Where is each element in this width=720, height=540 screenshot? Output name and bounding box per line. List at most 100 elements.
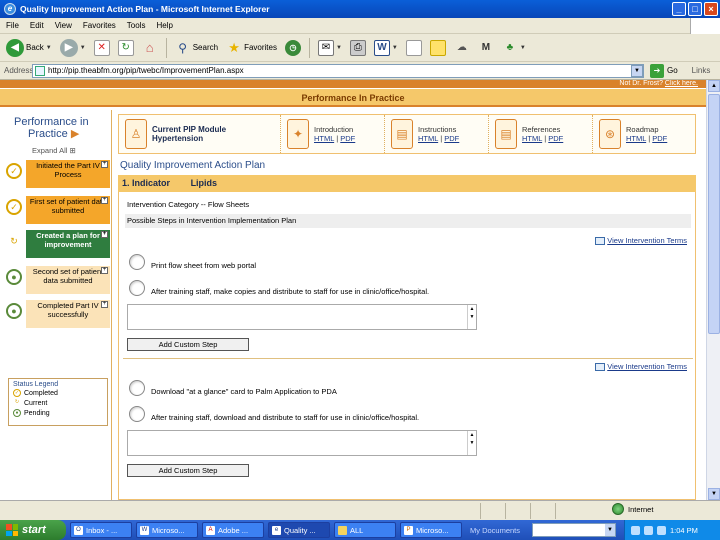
legend-current: Current [24, 399, 48, 407]
scroll-up-icon[interactable]: ▲ [708, 80, 720, 92]
scroll-thumb[interactable] [708, 94, 720, 334]
step-option-label: Print flow sheet from web portal [151, 261, 257, 270]
maximize-button[interactable]: □ [688, 2, 702, 16]
discuss-button[interactable] [404, 37, 424, 59]
step-item-2[interactable]: ✓ First set of patient data submitted + [6, 196, 110, 224]
expand-plus-icon[interactable]: + [101, 301, 108, 308]
vertical-scrollbar[interactable]: ▲ ▼ [706, 80, 720, 500]
address-toolbar-combo[interactable]: ▼ [532, 523, 616, 537]
taskbar-item-adobe[interactable]: A Adobe ... [202, 522, 264, 538]
indicator-number: 1. [122, 178, 130, 188]
tray-icon[interactable] [631, 525, 640, 535]
custom-step-textarea[interactable]: ▲ ▼ [127, 304, 477, 330]
go-button[interactable]: ➔ Go [650, 63, 678, 78]
step-item-5[interactable]: ● Completed Part IV successfully + [6, 300, 110, 328]
home-button[interactable]: ⌂ [140, 37, 160, 59]
step-checkbox[interactable] [129, 406, 145, 422]
step-option[interactable]: Print flow sheet from web portal [129, 254, 256, 270]
view-intervention-terms-link[interactable]: View Intervention Terms [595, 362, 687, 371]
menu-tools[interactable]: Tools [127, 21, 146, 30]
minimize-button[interactable]: _ [672, 2, 686, 16]
address-field[interactable]: ▼ [32, 63, 644, 78]
roadmap-html-link[interactable]: HTML [626, 134, 646, 143]
expand-plus-icon[interactable]: + [101, 231, 108, 238]
step-label: First set of patient data submitted [29, 197, 107, 215]
taskbar: start O Inbox - ... W Microso... A Adobe ..… [0, 520, 720, 540]
outlook-icon: O [74, 525, 83, 535]
internet-globe-icon [612, 503, 624, 515]
scroll-down-icon[interactable]: ▼ [708, 488, 720, 500]
tray-icon[interactable] [644, 525, 653, 535]
start-button[interactable]: start [0, 520, 66, 540]
step-option[interactable]: After training staff, download and distr… [129, 406, 419, 422]
chevron-down-icon[interactable]: ▼ [80, 45, 86, 51]
taskbar-item-quality[interactable]: e Quality ... [268, 522, 330, 538]
chevron-down-icon[interactable]: ▼ [336, 45, 342, 51]
tool-button[interactable]: ♣ ▼ [500, 37, 528, 59]
step-checkbox[interactable] [129, 254, 145, 270]
introduction-pdf-link[interactable]: PDF [340, 134, 355, 143]
expand-all-link[interactable]: Expand All ⊞ [32, 146, 76, 155]
back-button[interactable]: ◀ Back ▼ [4, 37, 54, 59]
history-button[interactable]: ◷ [283, 37, 303, 59]
textarea-scrollbar[interactable]: ▲ ▼ [467, 305, 476, 329]
instructions-pdf-link[interactable]: PDF [444, 134, 459, 143]
introduction-html-link[interactable]: HTML [314, 134, 334, 143]
my-documents-toolbar[interactable]: My Documents [470, 526, 520, 535]
pending-target-icon: ● [13, 409, 21, 417]
instructions-html-link[interactable]: HTML [418, 134, 438, 143]
menu-file[interactable]: File [6, 21, 19, 30]
search-button[interactable]: ⚲ Search [173, 37, 220, 59]
refresh-button[interactable]: ↻ [116, 37, 136, 59]
step-item-1[interactable]: ✓ Initiated the Part IV Process + [6, 160, 110, 188]
step-checkbox[interactable] [129, 280, 145, 296]
close-button[interactable]: × [704, 2, 718, 16]
indicator-value: Lipids [190, 178, 218, 188]
tray-icon[interactable] [657, 525, 666, 535]
textarea-scrollbar[interactable]: ▲ ▼ [467, 431, 476, 455]
expand-plus-icon[interactable]: + [101, 197, 108, 204]
print-button[interactable]: ⎙ [348, 37, 368, 59]
chevron-down-icon[interactable]: ▼ [520, 45, 526, 51]
powerpoint-icon: P [404, 525, 413, 535]
roadmap-pdf-link[interactable]: PDF [652, 134, 667, 143]
search-label: Search [192, 43, 219, 52]
expand-plus-icon[interactable]: + [101, 267, 108, 274]
sticky-note-button[interactable] [428, 37, 448, 59]
taskbar-item-all[interactable]: ALL [334, 522, 396, 538]
step-option[interactable]: Download "at a glance" card to Palm Appl… [129, 380, 337, 396]
taskbar-item-inbox[interactable]: O Inbox - ... [70, 522, 132, 538]
references-html-link[interactable]: HTML [522, 134, 542, 143]
step-item-4[interactable]: ● Second set of patient data submitted + [6, 266, 110, 294]
add-custom-step-button[interactable]: Add Custom Step [127, 338, 249, 351]
favorites-button[interactable]: ★ Favorites [224, 37, 279, 59]
chevron-down-icon[interactable]: ▼ [46, 45, 52, 51]
custom-step-textarea[interactable]: ▲ ▼ [127, 430, 477, 456]
click-here-link[interactable]: Click here. [665, 80, 698, 87]
mail-button[interactable]: ✉ ▼ [316, 37, 344, 59]
menu-edit[interactable]: Edit [30, 21, 44, 30]
menu-view[interactable]: View [55, 21, 72, 30]
edit-word-button[interactable]: W ▼ [372, 37, 400, 59]
menu-favorites[interactable]: Favorites [83, 21, 116, 30]
stop-button[interactable]: ✕ [92, 37, 112, 59]
expand-plus-icon[interactable]: + [101, 161, 108, 168]
references-pdf-link[interactable]: PDF [548, 134, 563, 143]
view-intervention-terms-link[interactable]: View Intervention Terms [595, 236, 687, 245]
step-option[interactable]: After training staff, make copies and di… [129, 280, 429, 296]
taskbar-item-word[interactable]: W Microso... [136, 522, 198, 538]
links-button[interactable]: Links [692, 66, 711, 75]
taskbar-item-microsoft[interactable]: P Microso... [400, 522, 462, 538]
step-item-3[interactable]: ↻ Created a plan for improvement + [6, 230, 110, 258]
messenger-button[interactable]: ☁ [452, 37, 472, 59]
chevron-down-icon[interactable]: ▼ [392, 45, 398, 51]
step-checkbox[interactable] [129, 380, 145, 396]
menu-help[interactable]: Help [156, 21, 172, 30]
address-input[interactable] [48, 66, 608, 75]
logo-line2: Practice [28, 128, 68, 140]
forward-button[interactable]: ▶ ▼ [58, 37, 88, 59]
chevron-down-icon[interactable]: ▼ [631, 64, 643, 77]
research-button[interactable]: M [476, 37, 496, 59]
chevron-down-icon[interactable]: ▼ [605, 524, 615, 536]
add-custom-step-button[interactable]: Add Custom Step [127, 464, 249, 477]
